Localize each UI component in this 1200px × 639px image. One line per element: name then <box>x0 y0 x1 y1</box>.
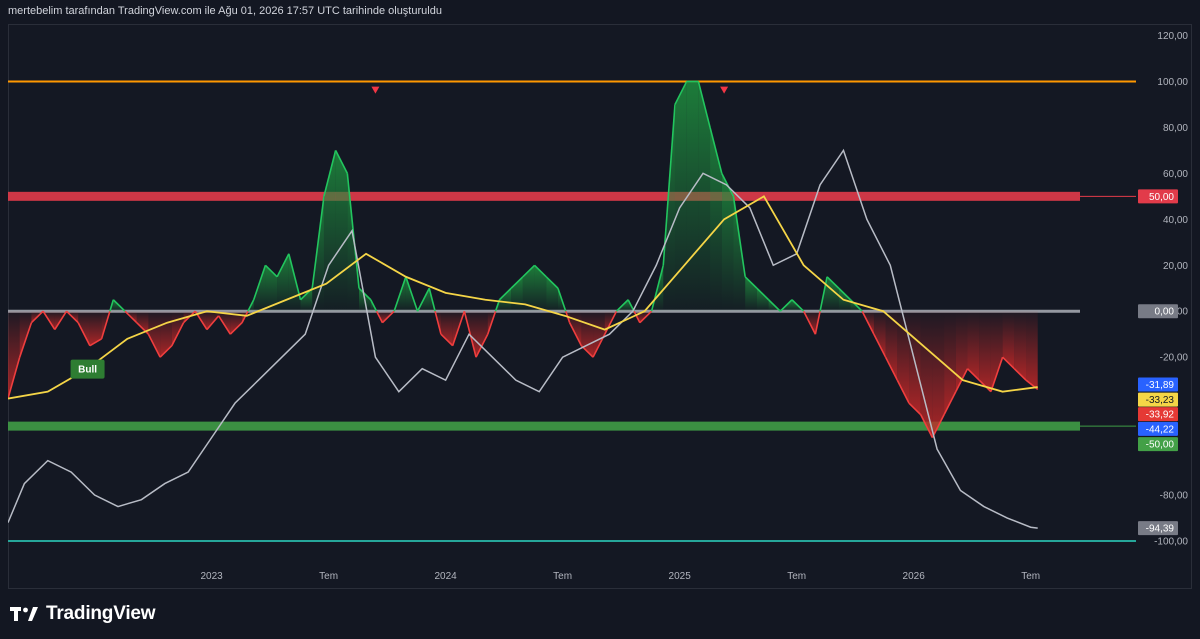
x-tick-label: 2023 <box>200 571 223 582</box>
y-tick-label: 60,00 <box>1163 169 1188 180</box>
bear-area <box>160 311 172 358</box>
bull-area <box>674 81 687 312</box>
tradingview-logo-icon <box>10 607 38 621</box>
x-tick-label: Tem <box>1021 571 1040 582</box>
price-tag-text: -33,23 <box>1146 395 1175 406</box>
bear-area <box>1026 311 1038 390</box>
bear-area <box>944 311 956 415</box>
bull-area <box>686 81 699 312</box>
y-tick-label: -80,00 <box>1160 491 1189 502</box>
bull-area <box>335 150 348 312</box>
sell-marker <box>371 86 380 94</box>
bear-area <box>581 311 594 358</box>
price-tag-text: -50,00 <box>1146 440 1175 451</box>
bull-area <box>534 265 547 312</box>
bear-area <box>1002 311 1015 369</box>
bear-area <box>8 311 20 399</box>
oscillator-chart[interactable]: 2023 Tem 2024 Tem 2025 Tem 2026 Tem 120,00 100,00… <box>8 24 1192 589</box>
y-tick-label: 40,00 <box>1163 215 1188 226</box>
price-tag-text: -33,92 <box>1146 410 1175 421</box>
price-tag-text: -44,22 <box>1146 424 1175 435</box>
y-tick-label: -20,00 <box>1160 353 1189 364</box>
x-tick-label: 2024 <box>435 571 458 582</box>
bull-label-text: Bull <box>78 365 97 376</box>
bull-area <box>698 81 711 312</box>
bear-area <box>148 311 161 358</box>
y-tick-label: 20,00 <box>1163 261 1188 272</box>
bull-area <box>710 127 722 312</box>
bull-area <box>499 288 512 312</box>
bear-area <box>990 311 1003 392</box>
x-tick-label: Tem <box>319 571 338 582</box>
y-tick-label: -100,00 <box>1154 537 1188 548</box>
price-tag-text: -94,39 <box>1146 524 1175 535</box>
tradingview-footer[interactable]: TradingView <box>10 602 156 626</box>
y-tick-label: 120,00 <box>1157 31 1188 42</box>
x-tick-label: Tem <box>787 571 806 582</box>
x-tick-label: 2026 <box>903 571 926 582</box>
x-tick-label: Tem <box>553 571 572 582</box>
level-band <box>8 421 1080 431</box>
bull-area <box>756 288 769 312</box>
price-tag-text: 0,00 <box>1155 307 1175 318</box>
tradingview-brand: TradingView <box>46 603 156 624</box>
bear-area <box>873 311 886 358</box>
chart-caption: mertebelim tarafından TradingView.com il… <box>8 5 442 17</box>
y-tick-label: 80,00 <box>1163 123 1188 134</box>
y-tick-label: 100,00 <box>1157 77 1188 88</box>
price-tag-text: -31,89 <box>1146 380 1175 391</box>
sell-marker <box>720 86 729 94</box>
price-tag-text: 50,00 <box>1149 192 1174 203</box>
level-band <box>8 191 1080 201</box>
bear-area <box>593 311 605 358</box>
bear-area <box>979 311 991 392</box>
x-tick-label: 2025 <box>669 571 692 582</box>
